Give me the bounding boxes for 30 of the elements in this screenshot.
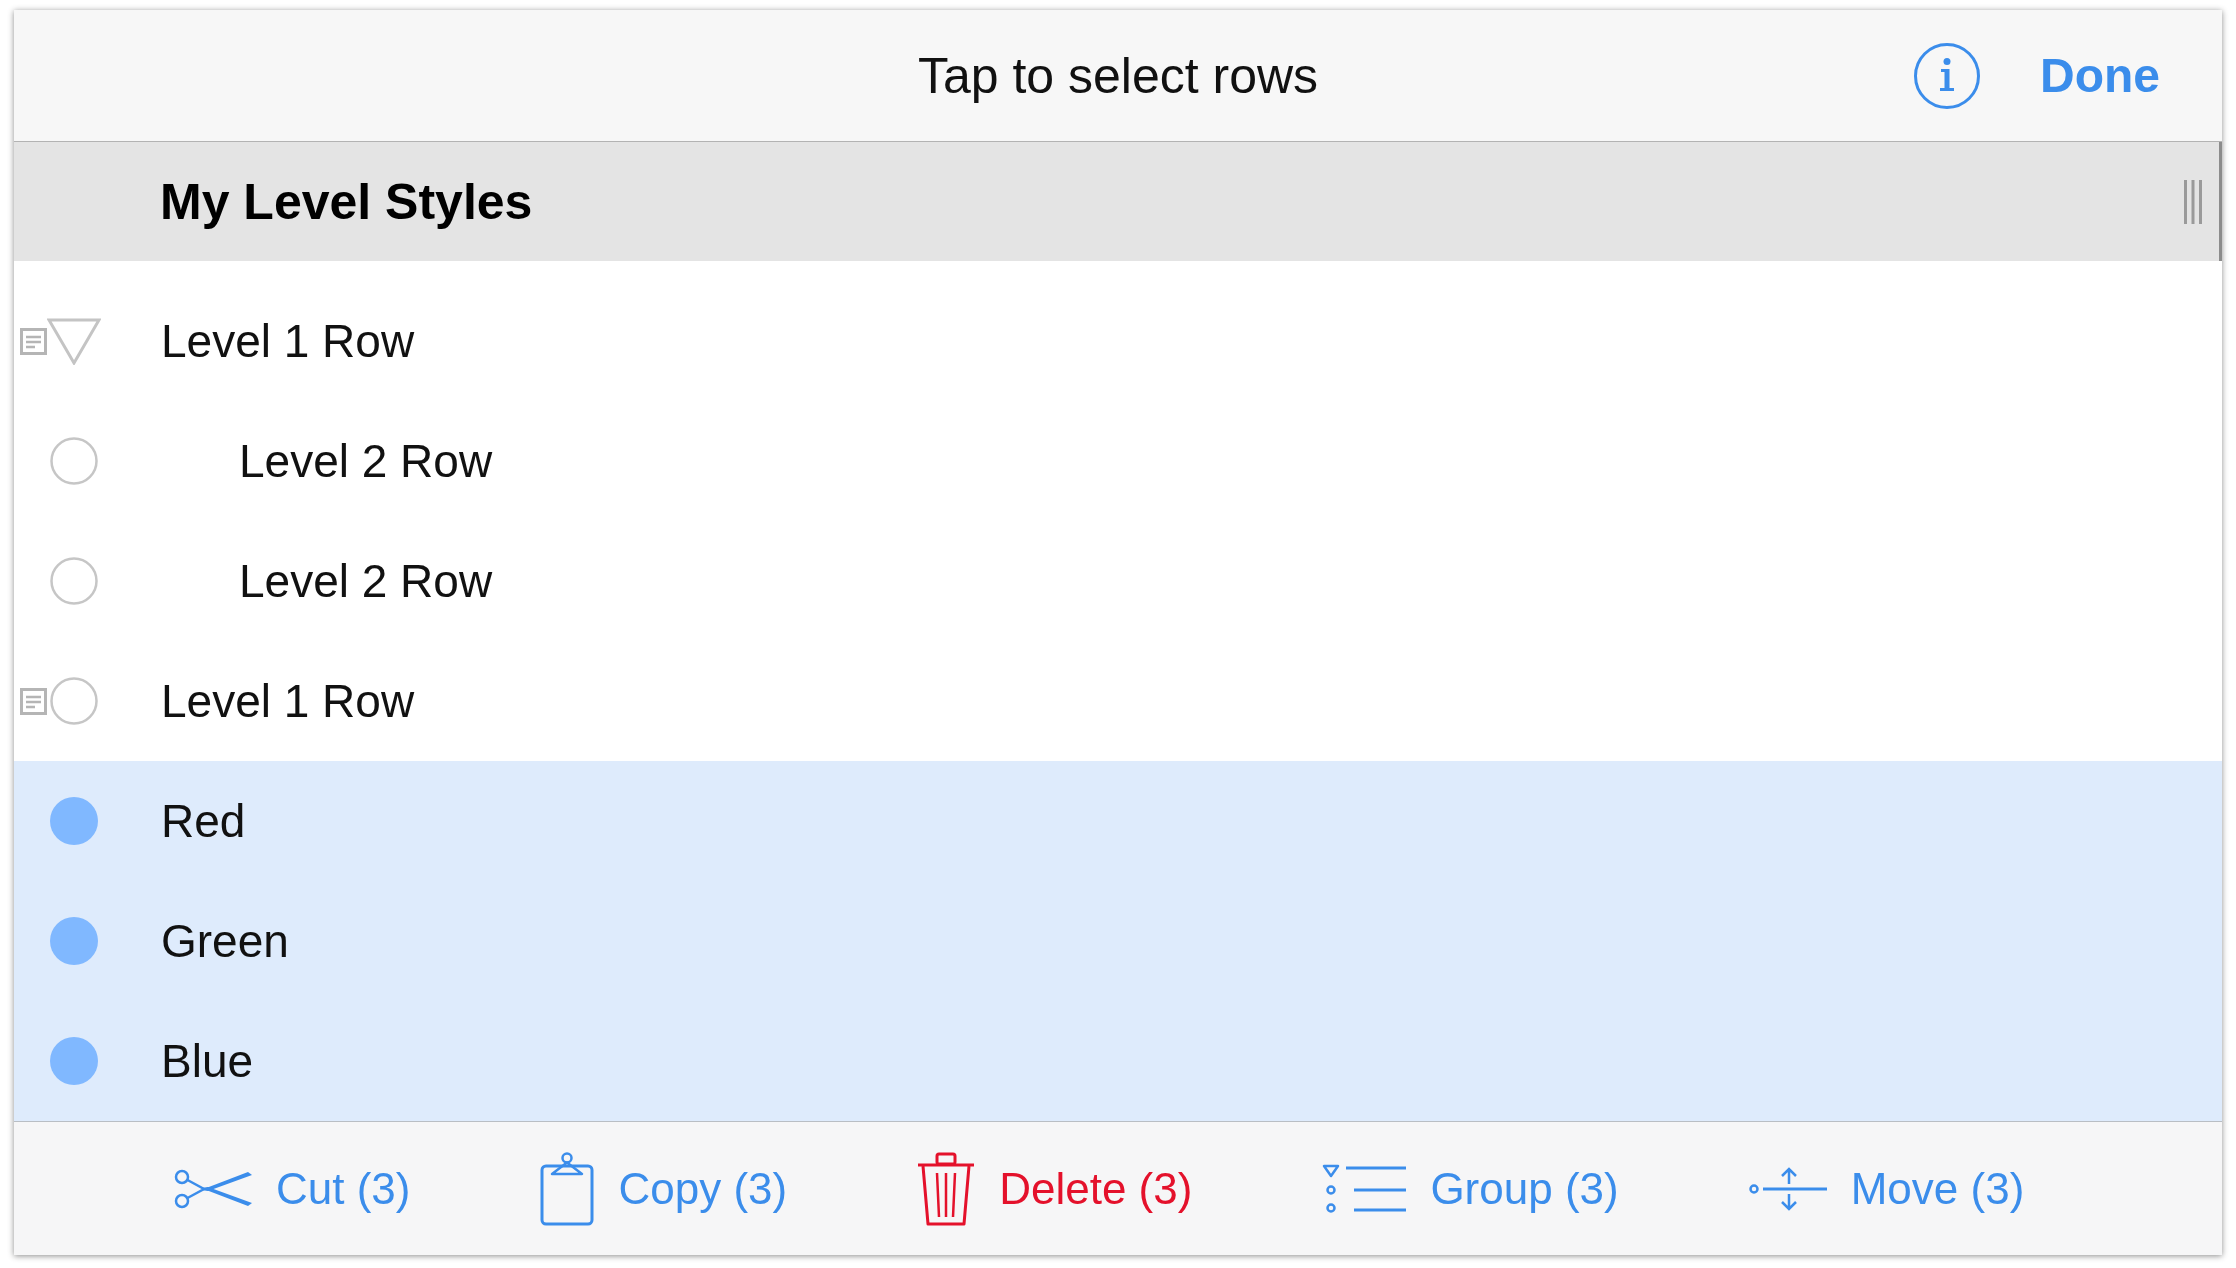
trash-icon xyxy=(917,1151,976,1226)
row-label: Level 2 Row xyxy=(239,434,493,488)
vertical-arrows-icon xyxy=(1748,1165,1827,1212)
row-label: Blue xyxy=(161,1034,254,1088)
selection-circle-icon[interactable] xyxy=(50,557,98,605)
drag-handle-icon[interactable] xyxy=(2184,179,2202,224)
selected-dot-icon[interactable] xyxy=(50,917,98,965)
row-label: Level 2 Row xyxy=(239,554,493,608)
info-icon xyxy=(1914,42,1980,109)
info-button[interactable] xyxy=(1914,42,1980,109)
note-icon[interactable] xyxy=(20,687,47,715)
selection-circle-icon[interactable] xyxy=(50,677,98,725)
row-label: Level 1 Row xyxy=(161,674,415,728)
disclosure-triangle-icon[interactable] xyxy=(47,317,101,365)
selected-dot-icon[interactable] xyxy=(50,1037,98,1085)
row-label: Red xyxy=(161,794,246,848)
outline-row[interactable]: Green xyxy=(14,881,2222,1001)
row-label: Level 1 Row xyxy=(161,314,415,368)
delete-button[interactable]: Delete (3) xyxy=(917,1151,1193,1226)
selection-circle-icon[interactable] xyxy=(50,437,98,485)
selected-dot-icon[interactable] xyxy=(50,797,98,845)
nav-title: Tap to select rows xyxy=(917,46,1319,105)
row-label: Green xyxy=(161,914,289,968)
outline-row[interactable]: Red xyxy=(14,761,2222,881)
outline-row[interactable]: Blue xyxy=(14,1001,2222,1121)
clipboard-icon xyxy=(540,1151,595,1226)
note-icon[interactable] xyxy=(20,327,47,355)
scissors-icon xyxy=(174,1168,252,1209)
outline-list-icon xyxy=(1322,1163,1407,1214)
column-title: My Level Styles xyxy=(160,172,533,231)
